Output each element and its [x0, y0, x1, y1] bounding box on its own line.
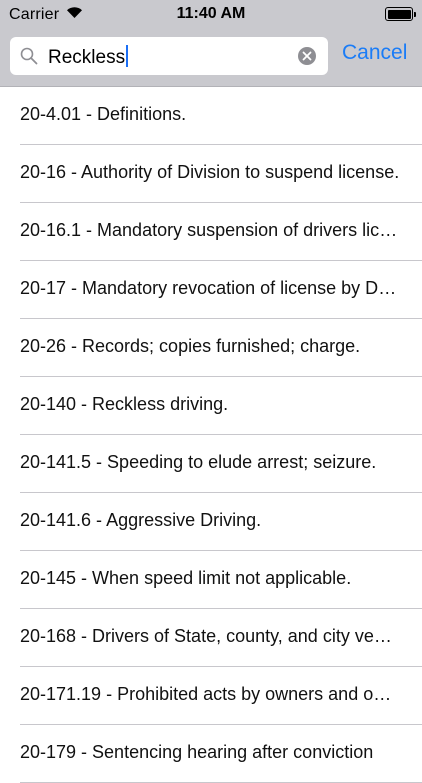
list-item-label: 20-179 - Sentencing hearing after convic… [20, 742, 374, 762]
clear-icon[interactable] [297, 46, 317, 71]
list-item[interactable]: 20-171.19 - Prohibited acts by owners an… [0, 667, 422, 725]
status-bar: Carrier 11:40 AM [0, 0, 422, 30]
list-item[interactable]: 20-168 - Drivers of State, county, and c… [0, 609, 422, 667]
list-item-label: 20-16.1 - Mandatory suspension of driver… [20, 220, 400, 240]
search-query-value: Reckless [48, 47, 126, 68]
list-item-label: 20-17 - Mandatory revocation of license … [20, 278, 400, 298]
list-item-label: 20-141.5 - Speeding to elude arrest; sei… [20, 452, 377, 472]
list-item[interactable]: 20-16.1 - Mandatory suspension of driver… [0, 203, 422, 261]
list-item-label: 20-145 - When speed limit not applicable… [20, 568, 352, 588]
results-list: 20-4.01 - Definitions. 20-16 - Authority… [0, 87, 422, 783]
list-item[interactable]: 20-140 - Reckless driving. [0, 377, 422, 435]
list-item[interactable]: 20-141.6 - Aggressive Driving. [0, 493, 422, 551]
list-item-label: 20-140 - Reckless driving. [20, 394, 229, 414]
status-time: 11:40 AM [176, 5, 246, 22]
text-cursor [126, 45, 129, 67]
list-item[interactable]: 20-16 - Authority of Division to suspend… [0, 145, 422, 203]
list-item-label: 20-171.19 - Prohibited acts by owners an… [20, 684, 400, 704]
list-item-label: 20-4.01 - Definitions. [20, 104, 187, 124]
search-input[interactable]: Reckless [10, 37, 328, 75]
list-item-label: 20-141.6 - Aggressive Driving. [20, 510, 262, 530]
list-item[interactable]: 20-141.5 - Speeding to elude arrest; sei… [0, 435, 422, 493]
search-query-text[interactable]: Reckless [48, 45, 129, 69]
cancel-button[interactable]: Cancel [342, 41, 407, 65]
search-header: Carrier 11:40 AM Reckless Cancel [0, 0, 422, 87]
list-item[interactable]: 20-17 - Mandatory revocation of license … [0, 261, 422, 319]
list-item[interactable]: 20-26 - Records; copies furnished; charg… [0, 319, 422, 377]
list-item-label: 20-26 - Records; copies furnished; charg… [20, 336, 361, 356]
search-icon [20, 47, 38, 70]
list-item-label: 20-168 - Drivers of State, county, and c… [20, 626, 400, 646]
list-item[interactable]: 20-4.01 - Definitions. [0, 87, 422, 145]
list-item[interactable]: 20-145 - When speed limit not applicable… [0, 551, 422, 609]
list-item[interactable]: 20-179 - Sentencing hearing after convic… [0, 725, 422, 783]
battery-icon [385, 7, 416, 21]
list-item-label: 20-16 - Authority of Division to suspend… [20, 162, 400, 182]
